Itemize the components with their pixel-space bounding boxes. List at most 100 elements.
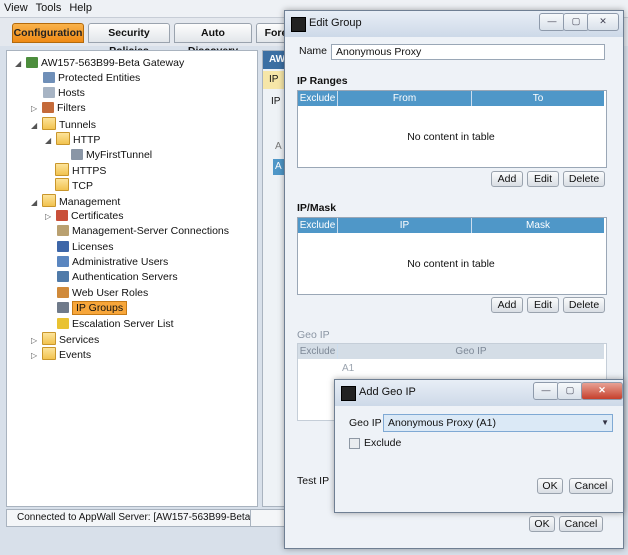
geo-ip-label: Geo IP [349, 417, 382, 429]
ok-button[interactable]: OK [529, 516, 555, 532]
collapse-icon[interactable]: ◢ [45, 133, 53, 148]
collapse-icon[interactable]: ◢ [31, 195, 39, 210]
menu-tools[interactable]: Tools [32, 0, 66, 16]
tree-management-server-connections[interactable]: Management-Server Connections [57, 224, 229, 239]
license-icon [57, 241, 69, 252]
tree-https[interactable]: HTTPS [55, 163, 106, 178]
ip-mask-delete-button[interactable]: Delete [563, 297, 605, 313]
tree-tcp[interactable]: TCP [55, 178, 93, 193]
ip-mask-add-button[interactable]: Add [491, 297, 523, 313]
ip-mask-empty: No content in table [407, 258, 495, 270]
tunnel-item-icon [71, 149, 83, 160]
col-to[interactable]: To [472, 91, 604, 106]
add-geo-cancel-button[interactable]: Cancel [569, 478, 613, 494]
exclude-label: Exclude [364, 437, 402, 449]
tree-licenses[interactable]: Licenses [57, 240, 113, 255]
ip-ranges-edit-button[interactable]: Edit [527, 171, 559, 187]
col-exclude[interactable]: Exclude [298, 344, 338, 359]
tree-escalation-server-list[interactable]: Escalation Server List [57, 317, 174, 332]
mid-row-label: A [275, 141, 282, 152]
add-geo-title: Add Geo IP [359, 386, 416, 398]
escalation-icon [57, 318, 69, 329]
col-geo-ip[interactable]: Geo IP [338, 344, 604, 359]
tree-root[interactable]: ◢ AW157-563B99-Beta Gateway [15, 56, 184, 71]
ip-ranges-table: Exclude From To No content in table [297, 90, 607, 168]
geo-ip-select[interactable]: Anonymous Proxy (A1) ▼ [383, 414, 613, 432]
tree-label: Management [59, 196, 121, 208]
app-icon [341, 386, 356, 401]
col-exclude[interactable]: Exclude [298, 218, 338, 233]
add-geo-ok-button[interactable]: OK [537, 478, 563, 494]
ip-ranges-empty: No content in table [407, 131, 495, 143]
tree-label: Authentication Servers [72, 271, 178, 283]
tree-label: Protected Entities [58, 72, 141, 84]
tree-label: Administrative Users [72, 256, 169, 268]
minimize-button[interactable]: — [533, 382, 559, 400]
gateway-icon [26, 57, 38, 68]
ip-mask-edit-button[interactable]: Edit [527, 297, 559, 313]
chevron-down-icon[interactable]: ▼ [601, 415, 609, 431]
tree-protected-entities[interactable]: Protected Entities [43, 71, 140, 86]
maximize-button[interactable]: ▢ [557, 382, 583, 400]
auth-server-icon [57, 271, 69, 282]
tree-label: Certificates [71, 210, 124, 222]
tree-root-label: AW157-563B99-Beta Gateway [41, 57, 185, 69]
tree-tunnels[interactable]: ◢ Tunnels [31, 117, 96, 132]
tree-services[interactable]: ▷ Services [31, 332, 99, 347]
tree-certificates[interactable]: ▷ Certificates [45, 209, 124, 224]
menu-view[interactable]: View [0, 0, 32, 16]
expand-icon[interactable]: ▷ [45, 209, 53, 224]
ip-ranges-add-button[interactable]: Add [491, 171, 523, 187]
tree-label: Events [59, 349, 92, 361]
tab-configuration[interactable]: Configuration [12, 23, 84, 43]
tree-web-user-roles[interactable]: Web User Roles [57, 286, 148, 301]
expand-icon[interactable]: ▷ [31, 101, 39, 116]
tree-administrative-users[interactable]: Administrative Users [57, 255, 168, 270]
tree-ip-groups[interactable]: IP Groups [57, 301, 128, 316]
expand-icon[interactable]: ▷ [31, 348, 39, 363]
tab-auto-discovery[interactable]: Auto Discovery [174, 23, 252, 57]
folder-icon [42, 347, 56, 360]
add-geo-titlebar: Add Geo IP — ▢ ✕ [335, 380, 623, 406]
col-ip[interactable]: IP [338, 218, 472, 233]
tree-label: HTTPS [72, 165, 107, 177]
tree-label: Services [59, 334, 100, 346]
roles-icon [57, 287, 69, 298]
minimize-button[interactable]: — [539, 13, 565, 31]
mid-ip-label: IP [271, 96, 281, 107]
tree-myfirsttunnel[interactable]: MyFirstTunnel [71, 148, 152, 163]
maximize-button[interactable]: ▢ [563, 13, 589, 31]
col-exclude[interactable]: Exclude [298, 91, 338, 106]
menu-help[interactable]: Help [65, 0, 96, 16]
tree-label: Escalation Server List [72, 318, 174, 330]
close-button[interactable]: ✕ [581, 382, 623, 400]
name-label: Name [299, 45, 328, 57]
cancel-button[interactable]: Cancel [559, 516, 603, 532]
col-mask[interactable]: Mask [472, 218, 604, 233]
tree-label: Management-Server Connections [72, 225, 229, 237]
exclude-checkbox[interactable] [349, 438, 360, 449]
tree-http[interactable]: ◢ HTTP [45, 132, 100, 147]
name-field[interactable]: Anonymous Proxy [331, 44, 605, 60]
col-from[interactable]: From [338, 91, 472, 106]
folder-icon [55, 178, 69, 191]
folder-icon [42, 194, 56, 207]
expand-icon[interactable]: ▷ [31, 333, 39, 348]
tree-management[interactable]: ◢ Management [31, 194, 120, 209]
ip-ranges-delete-button[interactable]: Delete [563, 171, 605, 187]
folder-icon [42, 332, 56, 345]
tree-authentication-servers[interactable]: Authentication Servers [57, 270, 178, 285]
tab-security-policies[interactable]: Security Policies [88, 23, 170, 57]
collapse-icon[interactable]: ◢ [15, 56, 23, 71]
middle-pane: AW IP IP A A [262, 50, 287, 507]
tree-pane: ◢ AW157-563B99-Beta Gateway Protected Ent… [6, 50, 258, 507]
tree-label: IP Groups [72, 301, 128, 315]
close-button[interactable]: ✕ [587, 13, 619, 31]
collapse-icon[interactable]: ◢ [31, 118, 39, 133]
tree-hosts[interactable]: Hosts [43, 86, 85, 101]
tree-filters[interactable]: ▷ Filters [31, 101, 86, 116]
geo-ip-row[interactable]: A1 [342, 363, 354, 374]
tree-events[interactable]: ▷ Events [31, 347, 91, 362]
tree-label: Licenses [72, 241, 114, 253]
tree-label: HTTP [73, 134, 101, 146]
